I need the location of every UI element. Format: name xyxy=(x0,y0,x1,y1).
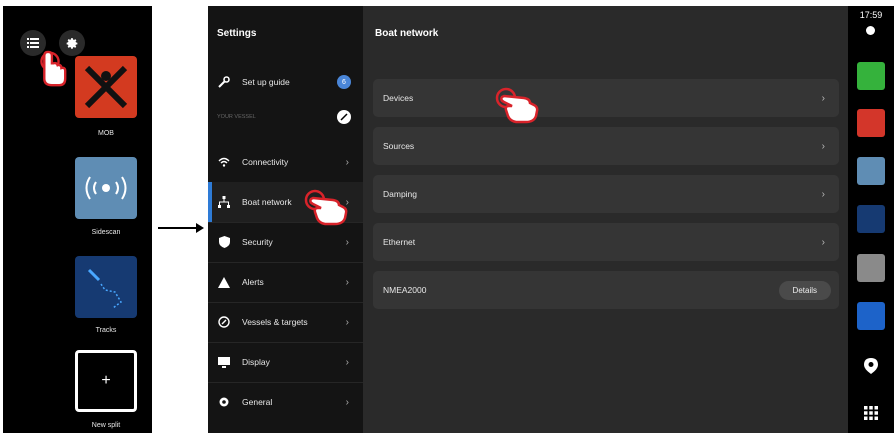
chevron-right-icon: › xyxy=(345,236,349,248)
sidescan-label: Sidescan xyxy=(91,229,121,236)
shield-icon xyxy=(217,235,231,249)
ethernet-row[interactable]: Ethernet › xyxy=(373,223,839,261)
wrench-icon xyxy=(217,75,231,89)
row-label: NMEA2000 xyxy=(383,285,427,295)
page-title: Boat network xyxy=(375,28,439,39)
section-label: YOUR VESSEL xyxy=(217,114,256,120)
damping-row[interactable]: Damping › xyxy=(373,175,839,213)
warning-icon xyxy=(217,275,231,289)
sidebar-item-display[interactable]: Display › xyxy=(208,342,363,382)
chevron-right-icon: › xyxy=(821,188,825,200)
sidescan-icon xyxy=(85,176,127,200)
new-split-label: New split xyxy=(91,422,121,429)
chevron-right-icon: › xyxy=(345,316,349,328)
chevron-right-icon: › xyxy=(345,276,349,288)
mob-icon xyxy=(84,65,128,109)
settings-title: Settings xyxy=(217,28,257,39)
home-panel: MOB Sidescan Tracks + New split xyxy=(3,6,152,433)
hand-pointer-icon xyxy=(495,87,539,124)
plus-icon: + xyxy=(101,372,111,389)
sidebar-item-label: Security xyxy=(242,237,273,247)
details-button[interactable]: Details xyxy=(778,280,831,300)
status-icon xyxy=(866,26,875,35)
row-label: Devices xyxy=(383,93,414,103)
edit-icon[interactable] xyxy=(337,110,351,124)
right-rail: 17:59 xyxy=(848,6,894,433)
sidebar-item-label: General xyxy=(242,397,273,407)
sidebar-item-label: Connectivity xyxy=(242,157,289,167)
tracks-label: Tracks xyxy=(95,327,117,334)
new-split-tile[interactable]: + xyxy=(75,350,137,412)
gear-icon xyxy=(217,395,231,409)
gear-icon xyxy=(66,37,77,49)
sidebar-item-security[interactable]: Security › xyxy=(208,222,363,262)
chevron-right-icon: › xyxy=(821,236,825,248)
tracks-tile[interactable] xyxy=(75,256,137,318)
list-icon xyxy=(27,38,39,48)
rail-app-gray[interactable] xyxy=(857,254,885,282)
row-label: Damping xyxy=(383,189,418,199)
sidebar-item-label: Alerts xyxy=(242,277,264,287)
target-icon xyxy=(217,315,231,329)
settings-screen: Settings Set up guide 6 YOUR VESSEL Conn… xyxy=(208,6,894,433)
sidebar-item-connectivity[interactable]: Connectivity › xyxy=(208,142,363,182)
rail-app-sidescan[interactable] xyxy=(857,157,885,185)
mob-tile[interactable] xyxy=(75,56,137,118)
apps-grid-icon[interactable] xyxy=(864,406,878,420)
chevron-right-icon: › xyxy=(345,356,349,368)
clock: 17:59 xyxy=(859,10,883,20)
sources-row[interactable]: Sources › xyxy=(373,127,839,165)
sidebar-item-setup-guide[interactable]: Set up guide 6 xyxy=(208,62,363,102)
hand-pointer-icon xyxy=(304,189,348,226)
hand-pointer-icon xyxy=(40,50,67,87)
row-label: Sources xyxy=(383,141,415,151)
rail-app-sonar[interactable] xyxy=(857,109,885,137)
settings-sidebar: Settings Set up guide 6 YOUR VESSEL Conn… xyxy=(208,6,363,433)
sidebar-section-your-vessel: YOUR VESSEL xyxy=(208,102,363,132)
wifi-icon xyxy=(217,155,231,169)
location-add-icon[interactable] xyxy=(864,358,878,374)
boat-network-panel: Boat network Devices › Sources › Damping… xyxy=(363,6,848,433)
chevron-right-icon: › xyxy=(345,396,349,408)
sidebar-item-vessels-targets[interactable]: Vessels & targets › xyxy=(208,302,363,342)
sidebar-item-label: Set up guide xyxy=(242,77,290,87)
row-label: Ethernet xyxy=(383,237,416,247)
chevron-right-icon: › xyxy=(345,156,349,168)
sidebar-item-alerts[interactable]: Alerts › xyxy=(208,262,363,302)
chevron-right-icon: › xyxy=(821,92,825,104)
sidebar-item-label: Display xyxy=(242,357,270,367)
rail-app-tracks[interactable] xyxy=(857,205,885,233)
display-icon xyxy=(217,355,231,369)
sidebar-item-general[interactable]: General › xyxy=(208,382,363,422)
rail-app-green[interactable] xyxy=(857,62,885,90)
nmea2000-row: NMEA2000 Details xyxy=(373,271,839,309)
sidescan-tile[interactable] xyxy=(75,157,137,219)
tracks-icon xyxy=(87,268,122,309)
setup-guide-badge: 6 xyxy=(337,75,351,89)
rail-app-blue[interactable] xyxy=(857,302,885,330)
devices-row[interactable]: Devices › xyxy=(373,79,839,117)
sidebar-item-label: Vessels & targets xyxy=(242,317,308,327)
mob-label: MOB xyxy=(98,130,114,137)
arrow-right-icon xyxy=(158,223,204,233)
chevron-right-icon: › xyxy=(821,140,825,152)
network-icon xyxy=(217,195,231,209)
